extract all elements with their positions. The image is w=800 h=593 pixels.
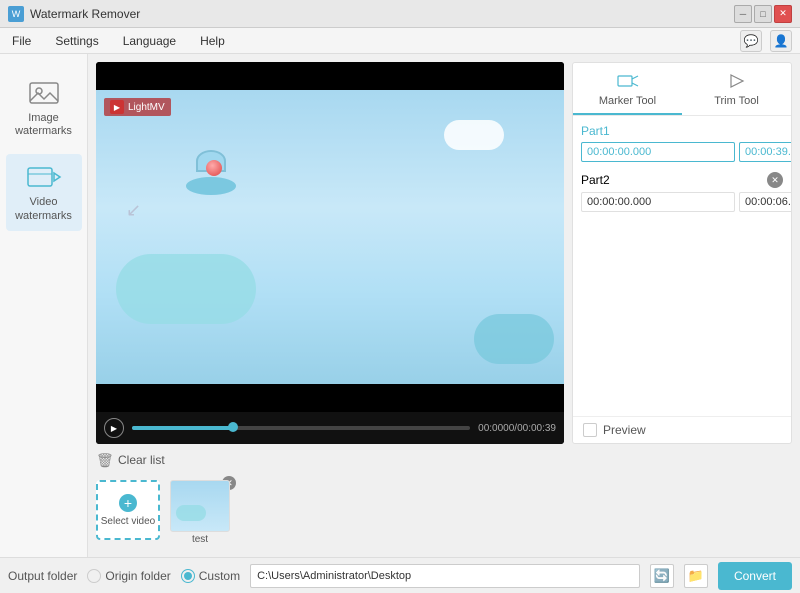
preview-row: Preview bbox=[573, 416, 791, 443]
part2-row: Part2 ✕ bbox=[581, 172, 783, 212]
folder-sync-icon-button[interactable]: 🔄 bbox=[650, 564, 674, 588]
add-video-label: Select video bbox=[101, 516, 155, 527]
video-watermarks-icon bbox=[26, 162, 62, 192]
tools-header: Marker Tool Trim Tool bbox=[573, 63, 791, 116]
marker-tool-label: Marker Tool bbox=[599, 95, 656, 107]
part1-row: Part1 bbox=[581, 124, 783, 162]
part2-delete-button[interactable]: ✕ bbox=[767, 172, 783, 188]
clear-list-bar: 🗑 Clear list bbox=[96, 450, 792, 470]
folder-browse-icon-button[interactable]: 📁 bbox=[684, 564, 708, 588]
title-bar-controls: ─ □ ✕ bbox=[734, 5, 792, 23]
trash-icon: 🗑 bbox=[96, 452, 112, 468]
title-bar-left: W Watermark Remover bbox=[8, 6, 140, 22]
part1-end-input[interactable] bbox=[739, 142, 791, 162]
watermark-badge: ▶ LightMV bbox=[104, 98, 171, 116]
add-video-button[interactable]: + Select video bbox=[96, 480, 160, 540]
origin-folder-radio-group: Origin folder bbox=[87, 569, 170, 583]
parts-panel: Part1 Part2 ✕ bbox=[573, 116, 791, 416]
video-container: ▶ LightMV bbox=[96, 62, 564, 444]
origin-folder-radio-label: Origin folder bbox=[105, 569, 170, 583]
file-thumb-test: ✕ test bbox=[168, 480, 232, 545]
part1-start-input[interactable] bbox=[581, 142, 735, 162]
menu-bar-right: 💬 👤 bbox=[740, 30, 792, 52]
custom-radio[interactable] bbox=[181, 569, 195, 583]
custom-radio-group: Custom bbox=[181, 569, 240, 583]
thumb-cloud bbox=[176, 505, 206, 521]
menu-language[interactable]: Language bbox=[119, 32, 180, 50]
arrow-left-icon: ↙ bbox=[126, 200, 156, 220]
output-folder-label: Output folder bbox=[8, 569, 77, 583]
right-panel: Marker Tool Trim Tool bbox=[572, 62, 792, 444]
app-icon: W bbox=[8, 6, 24, 22]
video-watermarks-label: Video watermarks bbox=[10, 196, 78, 222]
preview-label: Preview bbox=[603, 423, 646, 437]
trim-tool-tab[interactable]: Trim Tool bbox=[682, 63, 791, 115]
ufo bbox=[176, 150, 246, 195]
title-bar-title: Watermark Remover bbox=[30, 7, 140, 21]
file-name-label: test bbox=[192, 534, 208, 545]
add-plus-icon: + bbox=[119, 494, 137, 512]
time-display: 00:0000/00:00:39 bbox=[478, 423, 556, 434]
preview-checkbox[interactable] bbox=[583, 423, 597, 437]
custom-radio-label: Custom bbox=[199, 569, 240, 583]
part2-title: Part2 ✕ bbox=[581, 172, 783, 188]
part2-end-input[interactable] bbox=[739, 192, 791, 212]
image-watermarks-label: Image watermarks bbox=[10, 112, 78, 138]
part1-title: Part1 bbox=[581, 124, 783, 138]
folder-path-input[interactable] bbox=[250, 564, 640, 588]
sidebar-item-image-watermarks[interactable]: Image watermarks bbox=[6, 70, 82, 146]
menu-file[interactable]: File bbox=[8, 32, 35, 50]
main-layout: Image watermarks Video watermarks bbox=[0, 54, 800, 557]
file-list: + Select video ✕ test bbox=[96, 476, 792, 549]
cloud2 bbox=[116, 254, 256, 324]
video-scene: ▶ LightMV bbox=[96, 90, 564, 384]
user-icon-button[interactable]: 👤 bbox=[770, 30, 792, 52]
video-panel: ▶ LightMV bbox=[96, 62, 792, 444]
progress-handle bbox=[228, 422, 238, 432]
trim-tool-label: Trim Tool bbox=[714, 95, 759, 107]
content-area: ▶ LightMV bbox=[88, 54, 800, 557]
progress-filled bbox=[132, 426, 233, 430]
output-footer: Output folder Origin folder Custom 🔄 📁 C… bbox=[0, 557, 800, 593]
menu-bar: File Settings Language Help 💬 👤 bbox=[0, 28, 800, 54]
convert-button[interactable]: Convert bbox=[718, 562, 792, 590]
title-bar: W Watermark Remover ─ □ ✕ bbox=[0, 0, 800, 28]
part2-times bbox=[581, 192, 783, 212]
bottom-area: 🗑 Clear list + Select video ✕ test bbox=[96, 450, 792, 549]
clear-list-label: Clear list bbox=[118, 453, 165, 467]
lightmv-logo: ▶ bbox=[110, 100, 124, 114]
part2-label: Part2 bbox=[581, 173, 610, 187]
close-button[interactable]: ✕ bbox=[774, 5, 792, 23]
ufo-ball bbox=[206, 160, 222, 176]
menu-settings[interactable]: Settings bbox=[51, 32, 102, 50]
file-thumbnail bbox=[170, 480, 230, 532]
origin-folder-radio[interactable] bbox=[87, 569, 101, 583]
sidebar: Image watermarks Video watermarks bbox=[0, 54, 88, 557]
progress-bar[interactable] bbox=[132, 426, 470, 430]
part1-times bbox=[581, 142, 783, 162]
chat-icon-button[interactable]: 💬 bbox=[740, 30, 762, 52]
sidebar-item-video-watermarks[interactable]: Video watermarks bbox=[6, 154, 82, 230]
part1-label: Part1 bbox=[581, 124, 610, 138]
video-frame: ▶ LightMV bbox=[96, 62, 564, 412]
cloud3 bbox=[474, 314, 554, 364]
video-controls: ▶ 00:0000/00:00:39 bbox=[96, 412, 564, 444]
ufo-body bbox=[186, 177, 236, 195]
marker-tool-tab[interactable]: Marker Tool bbox=[573, 63, 682, 115]
play-button[interactable]: ▶ bbox=[104, 418, 124, 438]
menu-help[interactable]: Help bbox=[196, 32, 229, 50]
image-watermarks-icon bbox=[26, 78, 62, 108]
part2-start-input[interactable] bbox=[581, 192, 735, 212]
trim-tool-icon bbox=[725, 71, 749, 91]
minimize-button[interactable]: ─ bbox=[734, 5, 752, 23]
maximize-button[interactable]: □ bbox=[754, 5, 772, 23]
watermark-text: LightMV bbox=[128, 102, 165, 113]
marker-tool-icon bbox=[616, 71, 640, 91]
cloud1 bbox=[444, 120, 504, 150]
